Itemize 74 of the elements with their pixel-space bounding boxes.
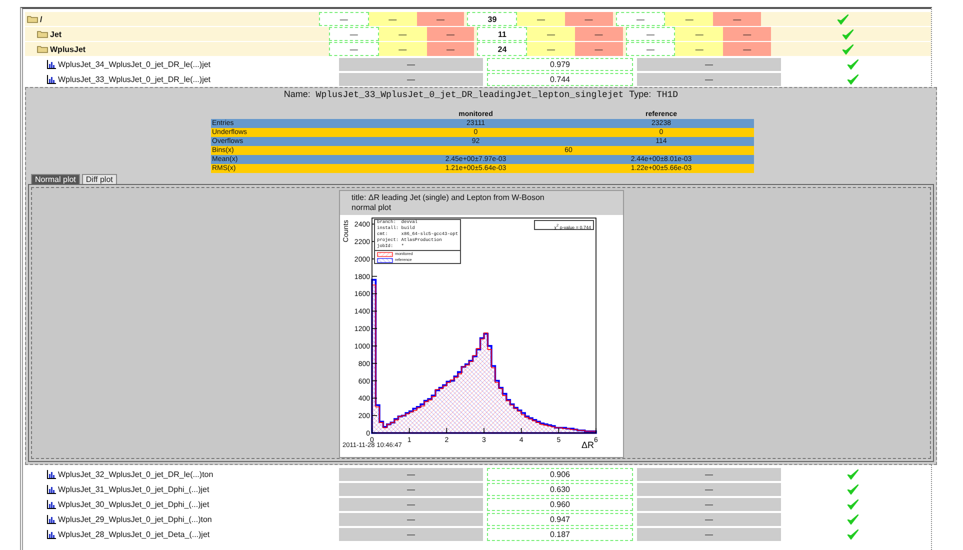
- tree-item-label[interactable]: WplusJet_31_WplusJet_0_jet_Dphi_(...)jet: [58, 484, 210, 494]
- table-cell: —: [626, 42, 676, 56]
- tree-item-label[interactable]: WplusJet_34_WplusJet_0_jet_DR_le(...)jet: [58, 60, 211, 68]
- folder-icon: [37, 30, 48, 38]
- table-cell: —: [426, 42, 474, 56]
- table-cell: —: [637, 58, 781, 70]
- plot-subtitle: normal plot: [352, 203, 392, 213]
- tab[interactable]: Normal plot: [31, 174, 80, 184]
- table-cell: 39: [467, 12, 518, 26]
- table-cell: —: [723, 42, 771, 56]
- tree-item-label[interactable]: WplusJet: [50, 44, 86, 54]
- table-cell: —: [378, 27, 427, 41]
- table-cell: —: [339, 58, 483, 70]
- table-cell: 0.630: [487, 482, 633, 496]
- folder-icon: [27, 15, 38, 23]
- plot-title: title: ΔR leading Jet (single) and Lepton from W-Boson: [352, 193, 546, 203]
- tree-item-label[interactable]: WplusJet_30_WplusJet_0_jet_Dphi_(...)jet: [58, 500, 210, 508]
- table-cell: —: [574, 27, 623, 41]
- x-axis-title: ΔR: [580, 440, 594, 450]
- table-cell: —: [339, 498, 483, 510]
- table-cell: —: [675, 27, 724, 41]
- bar-chart-icon: [47, 470, 56, 478]
- table-cell: —: [637, 482, 781, 496]
- table-cell: 11: [477, 27, 528, 41]
- tree-item-label[interactable]: WplusJet_32_WplusJet_0_jet_DR_le(...)ton: [58, 470, 214, 478]
- folder-icon: [37, 45, 48, 53]
- table-cell: 0.947: [487, 512, 633, 526]
- table-cell: —: [517, 12, 565, 26]
- table-cell: —: [713, 12, 761, 26]
- table-cell: —: [626, 27, 676, 41]
- table-cell: —: [339, 72, 483, 86]
- bar-chart-icon: [47, 500, 56, 508]
- table-cell: —: [527, 42, 575, 56]
- table-cell: 0.960: [487, 498, 633, 510]
- table-cell: —: [665, 12, 714, 26]
- tab[interactable]: Diff plot: [82, 174, 117, 184]
- table-cell: —: [339, 528, 483, 540]
- table-cell: 0.744: [487, 72, 633, 86]
- table-cell: —: [329, 27, 379, 41]
- table-cell: —: [637, 512, 781, 526]
- bar-chart-icon: [47, 530, 56, 538]
- table-cell: —: [574, 42, 623, 56]
- table-cell: —: [637, 468, 781, 480]
- tree-item-label[interactable]: WplusJet_29_WplusJet_0_jet_Dphi_(...)ton: [58, 514, 212, 524]
- table-cell: 0.187: [487, 528, 633, 540]
- histogram-name: Name: WplusJet_33_WplusJet_0_jet_DR_leadingJet_lepton_singlejet Type: TH1D: [284, 90, 678, 100]
- table-cell: —: [616, 12, 666, 26]
- table-cell: —: [319, 12, 369, 26]
- bar-chart-icon: [47, 60, 56, 68]
- table-cell: —: [368, 12, 417, 26]
- table-cell: —: [675, 42, 724, 56]
- bar-chart-icon: [47, 74, 56, 84]
- table-cell: 0.979: [487, 58, 633, 70]
- table-cell: —: [329, 42, 379, 56]
- bar-chart-icon: [47, 484, 56, 494]
- table-cell: —: [637, 528, 781, 540]
- table-cell: —: [339, 512, 483, 526]
- table-cell: —: [723, 27, 771, 41]
- table-cell: —: [416, 12, 464, 26]
- tree-item-label[interactable]: /: [40, 14, 42, 24]
- table-cell: 0.906: [487, 468, 633, 480]
- table-cell: —: [339, 468, 483, 480]
- tree-item-label[interactable]: WplusJet_28_WplusJet_0_jet_Deta_(...)jet: [58, 530, 210, 538]
- table-cell: —: [426, 27, 474, 41]
- table-cell: —: [527, 27, 575, 41]
- tree-item-label[interactable]: Jet: [50, 30, 62, 38]
- table-cell: —: [339, 482, 483, 496]
- table-cell: 24: [477, 42, 528, 56]
- table-cell: —: [637, 498, 781, 510]
- bar-chart-icon: [47, 514, 56, 524]
- table-cell: —: [378, 42, 427, 56]
- table-cell: —: [637, 72, 781, 86]
- table-cell: —: [564, 12, 613, 26]
- tree-item-label[interactable]: WplusJet_33_WplusJet_0_jet_DR_le(...)jet: [58, 74, 211, 84]
